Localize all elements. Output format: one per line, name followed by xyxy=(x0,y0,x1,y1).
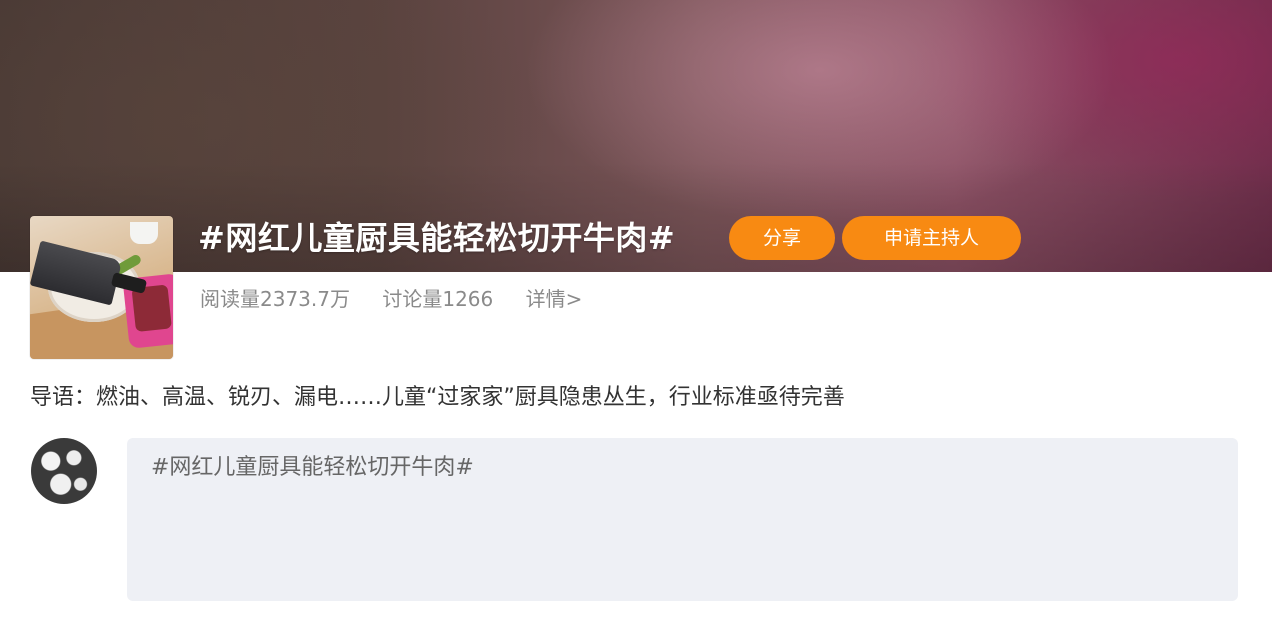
topic-intro: 导语：燃油、高温、锐刃、漏电……儿童“过家家”厨具隐患丛生，行业标准亟待完善 xyxy=(30,385,845,410)
details-link[interactable]: 详情> xyxy=(526,284,583,314)
apply-host-button[interactable]: 申请主持人 xyxy=(842,216,1021,260)
topic-title: #网红儿童厨具能轻松切开牛肉# xyxy=(198,219,676,257)
composer-text[interactable]: #网红儿童厨具能轻松切开牛肉# xyxy=(151,452,474,484)
post-composer[interactable]: #网红儿童厨具能轻松切开牛肉# xyxy=(127,438,1238,601)
read-count: 阅读量2373.7万 xyxy=(200,287,350,311)
topic-thumbnail xyxy=(30,216,173,359)
topic-stats: 阅读量2373.7万 讨论量1266 详情> xyxy=(200,284,582,314)
share-button[interactable]: 分享 xyxy=(729,216,835,260)
user-avatar[interactable] xyxy=(31,438,97,504)
discussion-count: 讨论量1266 xyxy=(382,287,494,311)
